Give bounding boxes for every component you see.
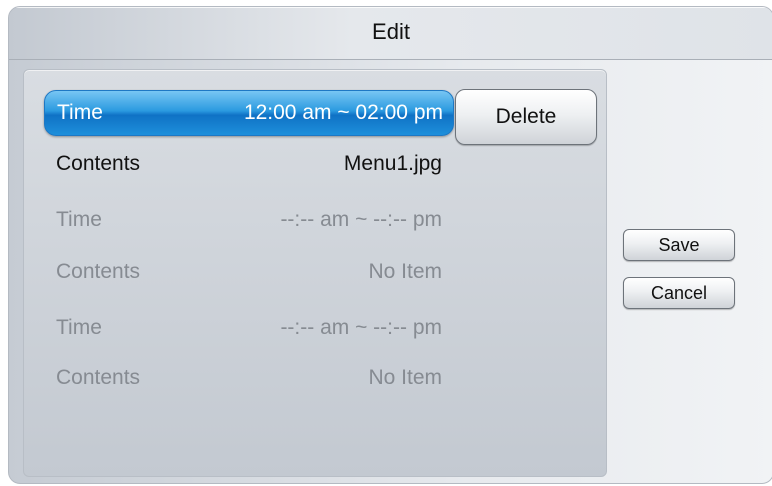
delete-button[interactable]: Delete	[455, 89, 597, 145]
entry-1-contents-row[interactable]: Contents Menu1.jpg	[44, 142, 452, 186]
entry-3-time-value: --:-- am ~ --:-- pm	[280, 316, 442, 339]
entry-2-time-value: --:-- am ~ --:-- pm	[280, 208, 442, 231]
cancel-button[interactable]: Cancel	[623, 277, 735, 309]
title-bar: Edit	[9, 7, 772, 60]
entry-1-contents-label: Contents	[56, 152, 141, 175]
entry-1-time-value: 12:00 am ~ 02:00 pm	[243, 101, 443, 124]
entry-1-time-label: Time	[57, 101, 103, 124]
entry-1-contents-value: Menu1.jpg	[343, 152, 442, 175]
entry-2-contents-row[interactable]: Contents No Item	[44, 250, 452, 294]
entry-3-contents-row[interactable]: Contents No Item	[44, 356, 452, 400]
entry-3-time-label: Time	[56, 316, 102, 339]
dialog-title: Edit	[372, 19, 410, 44]
entry-2-time-label: Time	[56, 208, 102, 231]
entry-3-contents-value: No Item	[368, 366, 442, 389]
edit-dialog: Edit Time 12:00 am ~ 02:00 pm Contents M…	[8, 6, 772, 484]
entry-2-contents-label: Contents	[56, 260, 141, 283]
entry-3-time-row[interactable]: Time --:-- am ~ --:-- pm	[44, 306, 452, 350]
entry-1-time-row[interactable]: Time 12:00 am ~ 02:00 pm	[44, 90, 454, 136]
entry-2-time-row[interactable]: Time --:-- am ~ --:-- pm	[44, 198, 452, 242]
entry-3-contents-label: Contents	[56, 366, 141, 389]
entry-2-contents-value: No Item	[368, 260, 442, 283]
save-button[interactable]: Save	[623, 229, 735, 261]
